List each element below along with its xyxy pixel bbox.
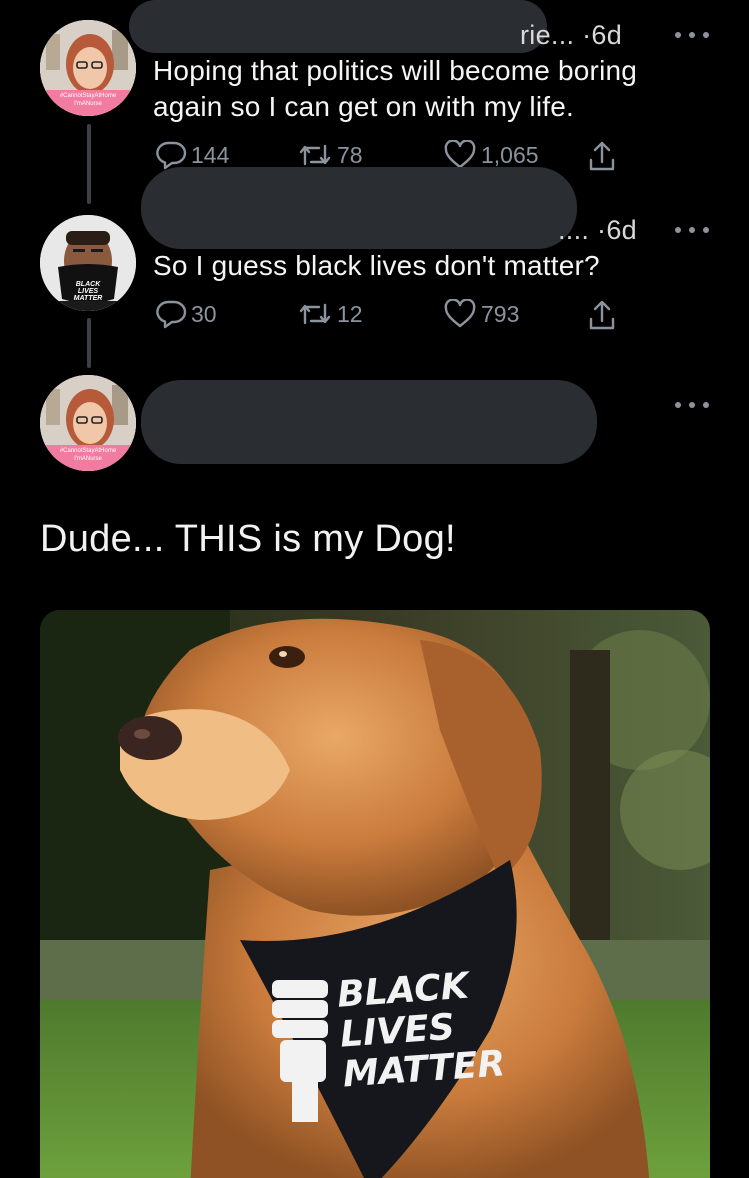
dog-photo[interactable]: BLACK LIVES MATTER: [40, 610, 710, 1178]
retweet-count: 78: [337, 141, 363, 168]
avatar[interactable]: #CannotStayAtHome I'mANurse: [40, 375, 136, 471]
tweet-text: So I guess black lives don't matter?: [153, 250, 600, 281]
thread-connector-line: [87, 318, 91, 368]
reply-icon: [156, 300, 187, 329]
retweet-icon: [299, 144, 331, 166]
twitter-thread-screen: #CannotStayAtHome I'mANurse rie... ·6d H…: [0, 0, 749, 1178]
avatar-banner-line: #CannotStayAtHome: [59, 93, 117, 99]
tweet-meta: rie... ·6d: [520, 20, 622, 51]
meta-separator: ·: [597, 215, 607, 245]
avatar-banner-line: I'mANurse: [74, 456, 102, 462]
more-icon[interactable]: [675, 225, 709, 235]
retweet-count: 12: [337, 300, 363, 327]
share-button[interactable]: [587, 299, 617, 331]
more-icon[interactable]: [675, 400, 709, 410]
like-count: 1,065: [481, 141, 539, 168]
redacted-author-name: [141, 380, 597, 464]
share-button[interactable]: [587, 140, 617, 172]
avatar[interactable]: BLACK LIVES MATTER: [40, 215, 136, 311]
reply-button[interactable]: 30: [155, 299, 217, 329]
avatar-banner-line: #CannotStayAtHome: [59, 448, 117, 454]
redacted-author-name: [141, 167, 577, 249]
author-name-suffix[interactable]: ....: [558, 215, 589, 245]
like-count: 793: [481, 300, 520, 327]
avatar-banner-line: I'mANurse: [74, 101, 102, 107]
tweet-actions: 30 12 793: [155, 299, 625, 331]
tweet-text: Hoping that politics will become boring …: [153, 55, 638, 122]
mask-text-line: LIVES: [77, 288, 99, 295]
redacted-author-name: [129, 0, 547, 53]
reply-count: 144: [191, 141, 230, 168]
like-button[interactable]: 1,065: [443, 140, 539, 170]
more-icon[interactable]: [675, 30, 709, 40]
like-button[interactable]: 793: [443, 299, 519, 329]
reply-count: 30: [191, 300, 217, 327]
timestamp[interactable]: 6d: [591, 20, 622, 50]
reply-icon: [156, 141, 187, 170]
share-icon: [589, 300, 615, 330]
retweet-icon: [299, 303, 331, 325]
author-name-suffix[interactable]: rie...: [520, 20, 574, 50]
timestamp[interactable]: 6d: [606, 215, 637, 245]
share-icon: [589, 141, 615, 171]
reply-button[interactable]: 144: [155, 140, 229, 170]
heart-icon: [444, 299, 476, 328]
reply-text: Dude... THIS is my Dog!: [40, 518, 456, 560]
tweet-actions: 144 78 1,065: [155, 140, 625, 172]
heart-icon: [444, 140, 476, 169]
mask-text-line: MATTER: [73, 295, 103, 302]
mask-text-line: BLACK: [75, 281, 101, 288]
tweet-meta: .... ·6d: [558, 215, 637, 246]
thread-connector-line: [87, 124, 91, 204]
retweet-button[interactable]: 12: [297, 299, 363, 329]
avatar[interactable]: #CannotStayAtHome I'mANurse: [40, 20, 136, 116]
retweet-button[interactable]: 78: [297, 140, 363, 170]
